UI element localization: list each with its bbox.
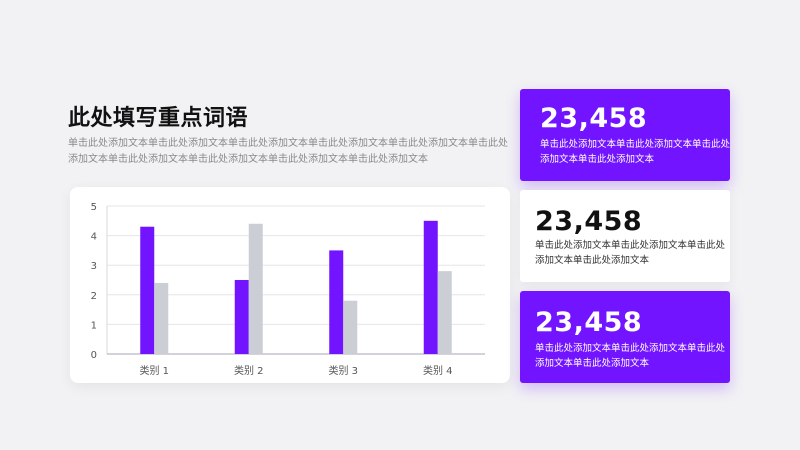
bar-series1 [329,250,344,354]
x-tick-label: 类别 1 [139,364,169,377]
page-title: 此处填写重点词语 [68,106,249,131]
stat-card-1: 23,458 单击此处添加文本单击此处添加文本单击此处添加文本单击此处添加文本 [520,89,730,181]
stat-text: 单击此处添加文本单击此处添加文本单击此处添加文本单击此处添加文本 [535,240,726,266]
y-tick-label: 4 [91,232,97,243]
y-tick-label: 2 [91,291,97,302]
bar-series2 [437,271,452,354]
stat-value: 23,458 [535,307,643,338]
stat-card-2: 23,458 单击此处添加文本单击此处添加文本单击此处添加文本单击此处添加文本 [520,190,730,282]
stat-text: 单击此处添加文本单击此处添加文本单击此处添加文本单击此处添加文本 [535,343,726,369]
y-tick-label: 1 [91,320,97,331]
stat-value: 23,458 [535,206,643,237]
bar-series1 [234,280,249,354]
x-tick-label: 类别 2 [234,364,264,377]
bar-series2 [248,223,263,354]
y-tick-label: 0 [91,350,97,361]
bar-series2 [154,282,169,354]
bar-series2 [343,300,358,354]
y-tick-label: 3 [91,261,97,272]
x-tick-label: 类别 4 [423,364,453,377]
y-tick-label: 5 [91,202,97,213]
chart-card: 0 1 2 3 4 5 类别 1 类别 2 类别 3 类别 4 [70,187,510,383]
page-description: 单击此处添加文本单击此处添加文本单击此处添加文本单击此处添加文本单击此处添加文本… [68,138,508,165]
stat-value: 23,458 [540,103,648,134]
stat-text: 单击此处添加文本单击此处添加文本单击此处添加文本单击此处添加文本 [540,139,731,165]
x-tick-label: 类别 3 [328,364,358,377]
bar-chart: 0 1 2 3 4 5 类别 1 类别 2 类别 3 类别 4 [91,202,485,377]
bar-series1 [140,226,155,354]
bar-series1 [423,220,438,354]
stat-card-3: 23,458 单击此处添加文本单击此处添加文本单击此处添加文本单击此处添加文本 [520,291,730,383]
